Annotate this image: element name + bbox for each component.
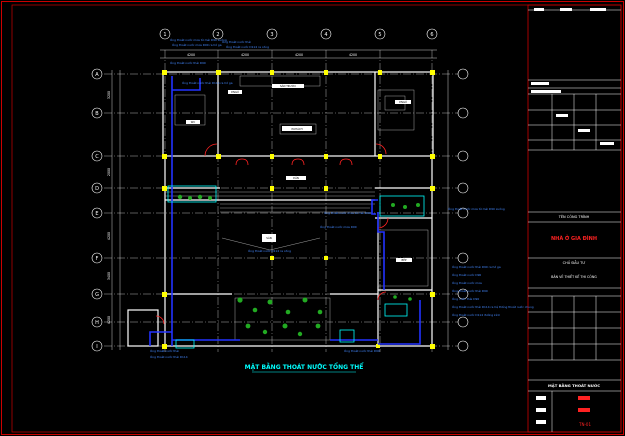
drainage-pipes [149,76,421,346]
inspection-pits [167,185,425,349]
svg-text:Ống thoát nước D114 ra cống: Ống thoát nước D114 ra cống [248,248,291,253]
svg-text:4200: 4200 [187,53,195,57]
project-label: TÊN CÔNG TRÌNH [558,214,590,219]
grid-lines [104,50,458,352]
svg-text:Ống thoát nước mưa D90 ra hố g: Ống thoát nước mưa D90 ra hố ga [172,42,222,47]
drainage-plan-drawing: TÊN CÔNG TRÌNH NHÀ Ở GIA ĐÌNH CHỦ ĐẦU TƯ… [1,1,624,435]
svg-text:1: 1 [163,32,166,38]
sheet-label: MẶT BẰNG THOÁT NƯỚC [548,383,600,388]
svg-text:D: D [95,186,99,192]
sheet-number: TN-01 [578,422,591,427]
svg-text:Ống thoát nước thải D90: Ống thoát nước thải D90 [452,288,488,293]
svg-text:B: B [95,111,99,117]
svg-text:6: 6 [430,32,433,38]
svg-text:3400: 3400 [107,272,111,280]
svg-text:A: A [95,72,99,78]
svg-text:G: G [95,292,99,298]
svg-text:Ống thoát nước thải D90: Ống thoát nước thải D90 [344,348,380,353]
pipe-annotations: Ống thoát nước mưa từ mái D90 xuống Ống … [150,37,534,359]
svg-text:Ống thoát nước mưa từ mái D90: Ống thoát nước mưa từ mái D90 xuống [448,206,505,211]
svg-text:SÂN TRƯỚC: SÂN TRƯỚC [280,83,296,88]
svg-text:Ống thoát nước thải D114 ra hố: Ống thoát nước thải D114 ra hố ga [182,80,233,85]
svg-text:Ống thoát nước thải D90 ra hố: Ống thoát nước thải D90 ra hố ga [452,264,501,269]
svg-text:4200: 4200 [107,232,111,240]
svg-text:F: F [96,256,99,262]
svg-text:Ống thoát nước mưa: Ống thoát nước mưa [452,280,482,285]
svg-text:P.ĂN: P.ĂN [293,175,299,180]
svg-text:H: H [95,320,99,326]
svg-text:Ống thoát nước thải: Ống thoát nước thải [150,348,179,353]
svg-text:4200: 4200 [107,316,111,324]
svg-text:I: I [96,344,97,350]
svg-text:Ống nước thải D90: Ống nước thải D90 [452,296,479,301]
svg-text:4200: 4200 [241,53,249,57]
svg-text:Ống thoát nước mưa từ mái D90: Ống thoát nước mưa từ mái D90 xuống [170,37,227,42]
svg-text:3200: 3200 [107,91,111,99]
svg-text:Ống thoát nước mưa D90: Ống thoát nước mưa D90 [320,224,357,229]
interior-lines [165,75,429,341]
svg-text:Ống thoát nước thải D114 ra hệ: Ống thoát nước thải D114 ra hệ thống tho… [452,304,534,309]
svg-text:Ống thoát nước D114 đường kính: Ống thoát nước D114 đường kính [452,312,500,317]
svg-text:4200: 4200 [295,53,303,57]
grid-letters-left: A B C D E F G H I [95,72,99,350]
svg-text:3: 3 [270,32,273,38]
svg-text:Ống thoát nước thải: Ống thoát nước thải [222,39,251,44]
design-label: BẢN VẼ THIẾT KẾ THI CÔNG [551,273,597,279]
svg-text:Ống thoát nước thải D114: Ống thoát nước thải D114 [150,354,188,359]
svg-text:Ống thoát nước mưa từ mái D90: Ống thoát nước mưa từ mái D90 [324,210,371,215]
owner-label: CHỦ ĐẦU TƯ [563,260,586,265]
title-block: TÊN CÔNG TRÌNH NHÀ Ở GIA ĐÌNH CHỦ ĐẦU TƯ… [527,4,622,433]
grid-bubbles-sides [91,68,469,352]
svg-text:WC: WC [191,120,196,124]
svg-text:BẾP: BẾP [402,256,407,262]
svg-text:P.NGỦ: P.NGỦ [399,99,407,104]
svg-text:4: 4 [324,32,327,38]
red-project-name: NHÀ Ở GIA ĐÌNH [551,234,597,242]
svg-text:C: C [95,154,99,160]
drawing-title: MẶT BẰNG THOÁT NƯỚC TỔNG THỂ [245,363,365,371]
svg-text:2000: 2000 [107,168,111,176]
svg-text:4200: 4200 [349,53,357,57]
structural-columns [162,70,435,349]
svg-text:5: 5 [378,32,381,38]
svg-text:Ống thoát nước D114 ra cống: Ống thoát nước D114 ra cống [226,44,269,49]
svg-text:Ống thoát nước thải D90: Ống thoát nước thải D90 [170,60,206,65]
svg-text:Ống thoát nước D90: Ống thoát nước D90 [452,272,481,277]
svg-text:E: E [95,211,98,217]
svg-text:P.NGỦ: P.NGỦ [231,89,239,94]
